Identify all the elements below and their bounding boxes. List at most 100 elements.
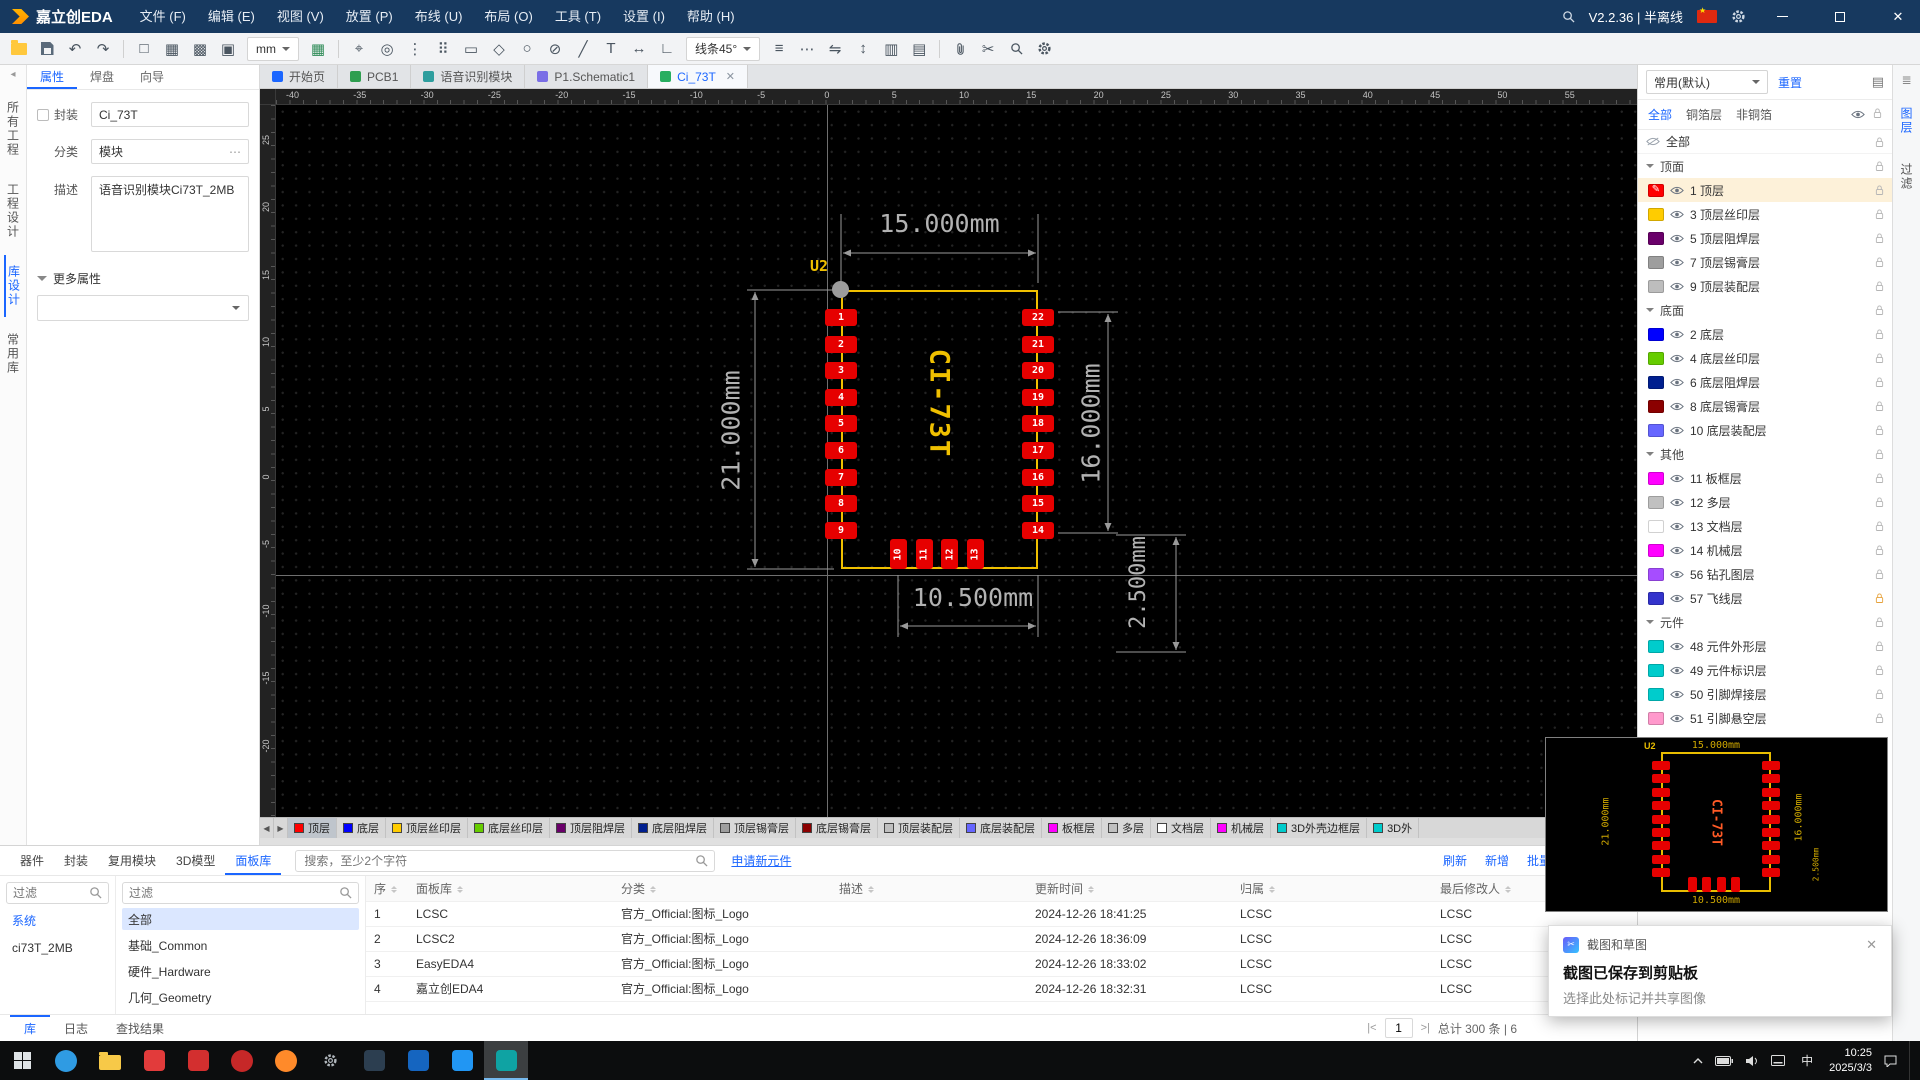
ai-tool-icon[interactable] (132, 1041, 176, 1080)
pad-1[interactable]: 1 (825, 309, 857, 326)
layer-group-header[interactable]: 元件 (1638, 610, 1892, 634)
eye-icon[interactable] (1670, 690, 1684, 699)
layer-group-header[interactable]: 顶面 (1638, 154, 1892, 178)
paperclip-icon[interactable] (947, 36, 973, 62)
dimension-label-width[interactable]: 15.000mm (841, 209, 1038, 238)
mirror-v-icon[interactable]: ↕ (850, 36, 876, 62)
layer-color-swatch[interactable] (1648, 496, 1664, 509)
mirror-h-icon[interactable]: ⇋ (822, 36, 848, 62)
canvas-layer-tab[interactable]: 3D外 (1367, 818, 1419, 838)
layer-color-swatch[interactable] (1648, 352, 1664, 365)
canvas-layer-tab[interactable]: 文档层 (1151, 818, 1211, 838)
menu-route[interactable]: 布线 (U) (404, 0, 474, 33)
lock-icon[interactable] (1875, 496, 1884, 508)
polygon-tool-icon[interactable]: ◇ (486, 36, 512, 62)
layer-row[interactable]: 10 底层装配层 (1638, 418, 1892, 442)
pad-tool-icon[interactable]: ⌖ (346, 36, 372, 62)
pad-7[interactable] (1652, 841, 1670, 850)
canvas-layer-tab[interactable]: 机械层 (1211, 818, 1271, 838)
canvas-layer-tab[interactable]: 底层丝印层 (468, 818, 550, 838)
layer-color-swatch[interactable] (1648, 472, 1664, 485)
layer-row[interactable]: 12 多层 (1638, 490, 1892, 514)
lock-icon[interactable] (1875, 208, 1884, 220)
lock-icon[interactable] (1875, 424, 1884, 436)
eye-icon[interactable] (1670, 642, 1684, 651)
pad-11[interactable] (1702, 877, 1711, 892)
class-item-all[interactable]: 全部 (122, 908, 359, 930)
package-checkbox[interactable] (37, 109, 49, 121)
menu-help[interactable]: 帮助 (H) (676, 0, 746, 33)
via-tool-icon[interactable]: ◎ (374, 36, 400, 62)
save-icon[interactable] (34, 36, 60, 62)
eye-icon[interactable] (1670, 570, 1684, 579)
pad-17[interactable]: 17 (1022, 442, 1054, 459)
doc-tab-schematic[interactable]: P1.Schematic1 (525, 65, 648, 88)
notification-toast[interactable]: ✂ 截图和草图 ✕ 截图已保存到剪贴板 选择此处标记并共享图像 (1548, 925, 1892, 1017)
canvas-layer-tab[interactable]: 顶层 (288, 818, 337, 838)
pad-12[interactable]: 12 (941, 539, 958, 569)
layer-list-icon[interactable]: ▤ (1872, 74, 1884, 90)
action-center-icon[interactable] (1884, 1055, 1897, 1067)
bottom-tab-library[interactable]: 库 (10, 1015, 50, 1041)
pad-6[interactable] (1652, 828, 1670, 837)
lock-icon[interactable] (1875, 448, 1884, 460)
layer-color-swatch[interactable] (1648, 424, 1664, 437)
layer-row[interactable]: 56 钻孔图层 (1638, 562, 1892, 586)
canvas-layer-tab[interactable]: 顶层装配层 (878, 818, 960, 838)
canvas-layer-tab[interactable]: 顶层锡膏层 (714, 818, 796, 838)
table-header[interactable]: 分类 (613, 876, 831, 901)
pad-11[interactable]: 11 (916, 539, 933, 569)
layer-row[interactable]: 9 顶层装配层 (1638, 274, 1892, 298)
tab-wizard[interactable]: 向导 (127, 65, 177, 89)
layer-row[interactable]: ✎1 顶层 (1638, 178, 1892, 202)
layer-group-header[interactable]: 底面 (1638, 298, 1892, 322)
request-part-link[interactable]: 申请新元件 (731, 852, 791, 869)
close-icon[interactable]: ✕ (1866, 937, 1877, 953)
class-filter[interactable] (122, 882, 359, 904)
lib-tab-components[interactable]: 器件 (10, 846, 54, 875)
board-frame-icon[interactable]: □ (131, 36, 157, 62)
lock-icon[interactable] (1875, 376, 1884, 388)
pad-7[interactable]: 7 (825, 469, 857, 486)
pad-2[interactable] (1652, 774, 1670, 783)
search-icon[interactable] (1562, 10, 1575, 23)
canvas-layer-tab[interactable]: 板框层 (1042, 818, 1102, 838)
lock-icon[interactable] (1875, 280, 1884, 292)
firefox-icon[interactable] (264, 1041, 308, 1080)
layer-row[interactable]: 5 顶层阻焊层 (1638, 226, 1892, 250)
grid-view-icon[interactable]: ▦ (159, 36, 185, 62)
layer-color-swatch[interactable] (1648, 400, 1664, 413)
layer-color-swatch[interactable] (1648, 640, 1664, 653)
table-header[interactable]: 序 (366, 876, 408, 901)
layer-color-swatch[interactable] (1648, 592, 1664, 605)
menu-file[interactable]: 文件 (F) (129, 0, 197, 33)
scroll-right-icon[interactable]: ▶ (274, 818, 288, 838)
pad-4[interactable]: 4 (825, 389, 857, 406)
extra-property-select[interactable] (37, 295, 249, 321)
edge-icon[interactable] (44, 1041, 88, 1080)
lock-icon[interactable] (1875, 232, 1884, 244)
collapse-panel-icon[interactable]: ◂ (10, 69, 15, 80)
lock-icon[interactable] (1875, 688, 1884, 700)
table-header[interactable]: 归属 (1232, 876, 1432, 901)
file-explorer-icon[interactable] (88, 1041, 132, 1080)
pad-9[interactable] (1652, 868, 1670, 877)
first-page-icon[interactable]: |< (1367, 1022, 1376, 1034)
canvas-attr-icon[interactable]: ▩ (187, 36, 213, 62)
more-options-icon[interactable]: ⋯ (229, 145, 241, 159)
layer-filter-all[interactable]: 全部 (1648, 106, 1672, 123)
array-tool-icon[interactable]: ⠿ (430, 36, 456, 62)
pad-14[interactable] (1762, 868, 1780, 877)
table-row[interactable]: 4嘉立创EDA4官方_Official:图标_Logo2024-12-26 18… (366, 976, 1637, 1001)
rail-tab-library-design[interactable]: 库设计 (4, 255, 23, 317)
lock-icon[interactable] (1875, 352, 1884, 364)
panel-grid-icon[interactable]: ▦ (305, 36, 331, 62)
pad-5[interactable]: 5 (825, 415, 857, 432)
footprint-name-label[interactable]: CI-73T (924, 334, 955, 474)
layer-row[interactable]: 13 文档层 (1638, 514, 1892, 538)
eye-icon[interactable] (1670, 714, 1684, 723)
redo-icon[interactable]: ↷ (90, 36, 116, 62)
eye-icon[interactable] (1670, 402, 1684, 411)
minimize-button[interactable] (1760, 0, 1804, 33)
pad-21[interactable]: 21 (1022, 336, 1054, 353)
